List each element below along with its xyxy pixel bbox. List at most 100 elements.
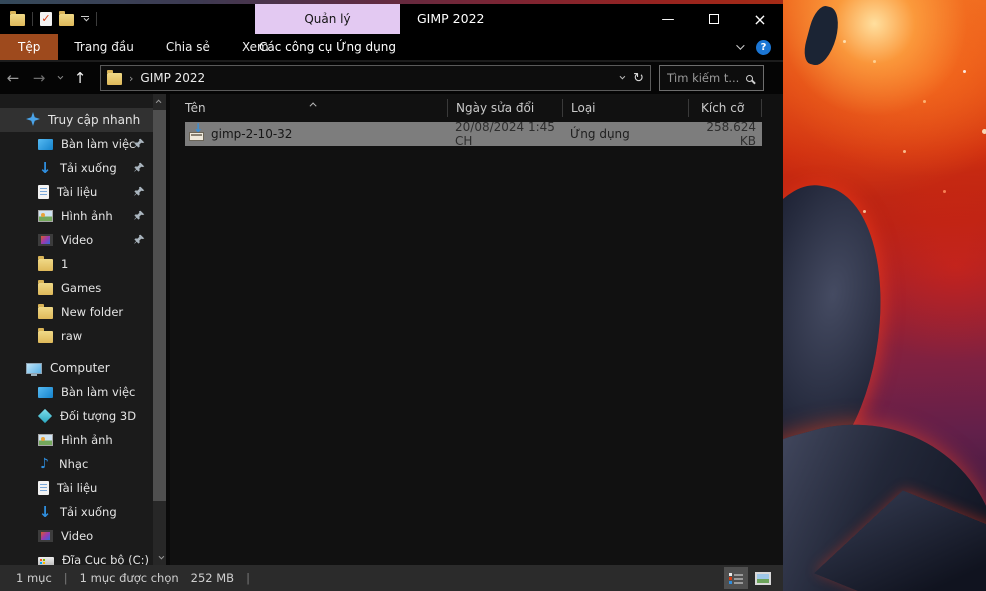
- new-folder-icon[interactable]: [59, 14, 74, 26]
- ribbon-right-controls: ?: [736, 34, 771, 60]
- close-button[interactable]: ×: [737, 4, 783, 34]
- minimize-ribbon-chevron-icon[interactable]: [736, 41, 744, 49]
- help-icon[interactable]: ?: [756, 40, 771, 55]
- sidebar-item-3d-objects[interactable]: Đối tượng 3D: [0, 404, 153, 428]
- sidebar-item-documents-2[interactable]: Tài liệu: [0, 476, 153, 500]
- sidebar-item-videos-2[interactable]: Video: [0, 524, 153, 548]
- folder-icon: [38, 283, 53, 295]
- sidebar-item-label: Games: [61, 281, 101, 295]
- maximize-icon: [709, 14, 719, 24]
- window-controls: — ×: [645, 4, 783, 34]
- recent-locations-chevron-icon[interactable]: [52, 76, 66, 80]
- column-header-type[interactable]: Loại: [562, 99, 688, 117]
- sidebar-item-desktop-2[interactable]: Bàn làm việc: [0, 380, 153, 404]
- column-header-size[interactable]: Kích cỡ: [688, 99, 762, 117]
- back-button[interactable]: ←: [0, 69, 26, 87]
- status-bar: 1 mục | 1 mục được chọn 252 MB |: [0, 565, 783, 591]
- pin-icon: [134, 162, 145, 176]
- file-name: gimp-2-10-32: [211, 127, 292, 141]
- pin-icon: [134, 210, 145, 224]
- title-bar: ✓ Quản lý GIMP 2022 — ×: [0, 4, 783, 34]
- sidebar-item-folder-raw[interactable]: raw: [0, 324, 153, 348]
- sidebar-item-folder-1[interactable]: 1: [0, 252, 153, 276]
- installer-file-icon: ↓: [189, 132, 204, 141]
- document-icon: [38, 185, 49, 199]
- search-box[interactable]: [659, 65, 764, 91]
- tab-application-tools[interactable]: Các công cụ Ứng dụng: [255, 34, 400, 60]
- scroll-up-icon[interactable]: [153, 94, 166, 108]
- tab-share[interactable]: Chia sẻ: [150, 34, 226, 60]
- pictures-icon: [38, 434, 53, 446]
- sidebar-item-downloads-2[interactable]: ↓ Tải xuống: [0, 500, 153, 524]
- sidebar-item-label: Hình ảnh: [61, 433, 113, 447]
- download-icon: ↓: [38, 506, 52, 519]
- file-name-cell: ↓ gimp-2-10-32: [185, 127, 447, 141]
- folder-icon: [38, 307, 53, 319]
- sidebar-item-label: Tải xuống: [60, 161, 117, 175]
- sidebar-item-label: Tải xuống: [60, 505, 117, 519]
- sidebar-item-quick-access[interactable]: Truy cập nhanh: [0, 108, 153, 132]
- sort-ascending-icon: [312, 96, 317, 110]
- scrollbar-thumb[interactable]: [153, 110, 166, 501]
- sidebar-item-folder-new-folder[interactable]: New folder: [0, 300, 153, 324]
- explorer-window: ✓ Quản lý GIMP 2022 — × Tệp Trang đầu Ch…: [0, 4, 783, 591]
- folder-icon: [38, 259, 53, 271]
- status-divider: |: [64, 571, 68, 585]
- sidebar-item-desktop[interactable]: Bàn làm việc: [0, 132, 153, 156]
- desktop-icon: [38, 387, 53, 398]
- file-row-selected[interactable]: ↓ gimp-2-10-32 20/08/2024 1:45 CH Ứng dụ…: [185, 122, 762, 146]
- item-count: 1 mục: [16, 571, 52, 585]
- sidebar-item-local-disk-c[interactable]: Đĩa Cục bộ (C:): [0, 548, 153, 565]
- customize-toolbar-dropdown-icon[interactable]: [81, 16, 89, 23]
- column-header-date-modified[interactable]: Ngày sửa đổi: [447, 99, 562, 117]
- file-type-cell: Ứng dụng: [562, 127, 688, 141]
- column-headers: Tên Ngày sửa đổi Loại Kích cỡ: [185, 94, 783, 122]
- sidebar-scrollbar[interactable]: [153, 94, 166, 565]
- pin-icon: [134, 234, 145, 248]
- up-button[interactable]: ↑: [66, 69, 94, 87]
- search-icon: [746, 75, 753, 82]
- address-bar[interactable]: › GIMP 2022 ↻: [100, 65, 651, 91]
- quick-access-toolbar: ✓: [10, 4, 97, 34]
- tab-home[interactable]: Trang đầu: [58, 34, 149, 60]
- search-input[interactable]: [667, 71, 746, 85]
- breadcrumb-separator-icon: ›: [129, 72, 133, 85]
- contextual-group-manage[interactable]: Quản lý: [255, 4, 400, 34]
- breadcrumb-path[interactable]: GIMP 2022: [140, 71, 205, 85]
- download-icon: ↓: [38, 162, 52, 175]
- forward-button[interactable]: →: [26, 69, 52, 87]
- sidebar-item-pictures[interactable]: Hình ảnh: [0, 204, 153, 228]
- sidebar-item-downloads[interactable]: ↓ Tải xuống: [0, 156, 153, 180]
- pin-icon: [134, 138, 145, 152]
- minimize-button[interactable]: —: [645, 4, 691, 34]
- sidebar-item-music[interactable]: ♪ Nhạc: [0, 452, 153, 476]
- scroll-down-icon[interactable]: [153, 551, 166, 565]
- quick-access-star-icon: [26, 112, 40, 129]
- sidebar-item-label: Bàn làm việc: [61, 385, 135, 399]
- tab-file[interactable]: Tệp: [0, 34, 58, 60]
- maximize-button[interactable]: [691, 4, 737, 34]
- thumbnails-view-icon: [755, 572, 771, 585]
- file-date-cell: 20/08/2024 1:45 CH: [447, 120, 562, 148]
- details-view-icon: [729, 572, 743, 584]
- video-icon: [38, 234, 53, 246]
- details-view-button[interactable]: [724, 567, 748, 589]
- refresh-icon[interactable]: ↻: [633, 71, 644, 86]
- folder-icon[interactable]: [10, 14, 25, 26]
- properties-check-icon[interactable]: ✓: [40, 12, 52, 26]
- sidebar-item-folder-games[interactable]: Games: [0, 276, 153, 300]
- sidebar-item-documents[interactable]: Tài liệu: [0, 180, 153, 204]
- sidebar-item-pictures-2[interactable]: Hình ảnh: [0, 428, 153, 452]
- address-dropdown-chevron-icon[interactable]: [620, 74, 626, 80]
- video-icon: [38, 530, 53, 542]
- sidebar-item-videos[interactable]: Video: [0, 228, 153, 252]
- pin-icon: [134, 186, 145, 200]
- thumbnails-view-button[interactable]: [751, 567, 775, 589]
- sidebar-item-computer[interactable]: Computer: [0, 356, 153, 380]
- status-divider: |: [246, 571, 250, 585]
- sidebar-item-label: Đĩa Cục bộ (C:): [62, 553, 149, 565]
- file-list-pane: Tên Ngày sửa đổi Loại Kích cỡ ↓ gimp-2-1…: [170, 94, 783, 565]
- folder-icon: [38, 331, 53, 343]
- ribbon-tabs: Tệp Trang đầu Chia sẻ Xem Các công cụ Ứn…: [0, 34, 783, 60]
- view-toggle-buttons: [724, 567, 775, 589]
